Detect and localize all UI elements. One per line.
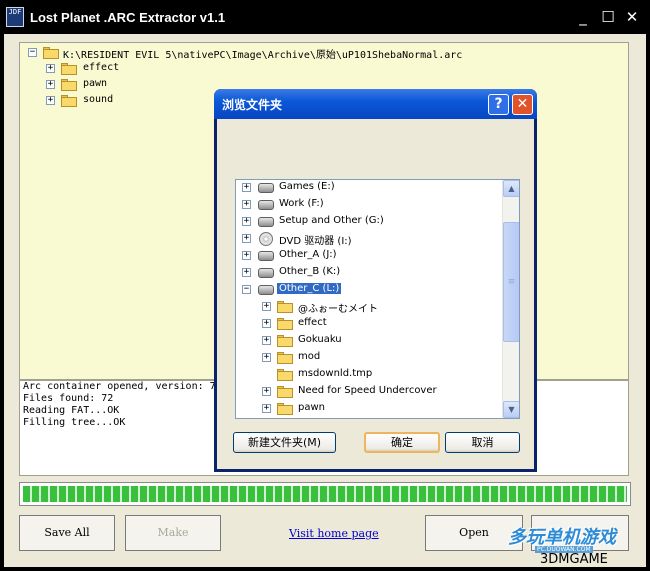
tree-item-label: DVD 驱动器 (I:) xyxy=(279,236,352,247)
expand-icon[interactable]: + xyxy=(262,302,271,311)
collapse-icon[interactable]: − xyxy=(242,285,251,294)
folder-icon xyxy=(277,386,293,398)
tree-item-sound[interactable]: + sound xyxy=(20,93,220,109)
scroll-thumb[interactable]: ≡ xyxy=(503,222,519,342)
tree-item-label: msdownld.tmp xyxy=(298,368,373,379)
tree-item-folder[interactable]: msdownld.tmp xyxy=(236,367,501,384)
expand-icon[interactable]: + xyxy=(46,64,55,73)
expand-icon[interactable]: + xyxy=(242,200,251,209)
tree-item-label: pawn xyxy=(298,402,325,413)
tree-item-drive[interactable]: + Other_B (K:) xyxy=(236,265,501,282)
new-folder-button[interactable]: 新建文件夹(M) xyxy=(233,432,336,453)
tree-item-label: mod xyxy=(298,351,321,362)
tree-item-label: pawn xyxy=(83,78,108,89)
tree-item-label: effect xyxy=(83,62,120,73)
ok-button[interactable]: 确定 xyxy=(364,432,440,453)
tree-item-label: Need for Speed Undercover xyxy=(298,385,437,396)
tree-item-folder[interactable]: + effect xyxy=(236,316,501,333)
dialog-title: 浏览文件夹 xyxy=(222,98,283,112)
folder-icon xyxy=(277,301,293,313)
tree-item-folder[interactable]: + @ふぉーむメイト xyxy=(236,299,501,316)
tree-item-drive[interactable]: + Work (F:) xyxy=(236,197,501,214)
folder-icon xyxy=(277,369,293,381)
tree-item-label: Other_A (J:) xyxy=(279,249,337,260)
scroll-up-icon[interactable]: ▲ xyxy=(503,180,519,197)
tree-item-drive[interactable]: + Setup and Other (G:) xyxy=(236,214,501,231)
expand-icon[interactable]: + xyxy=(262,404,271,413)
tree-item-drive[interactable]: + Other_A (J:) xyxy=(236,248,501,265)
title-bar[interactable]: JDF Lost Planet .ARC Extractor v1.1 _ ☐ … xyxy=(0,0,650,34)
tree-item-label: effect xyxy=(298,317,327,328)
expand-icon[interactable]: + xyxy=(262,387,271,396)
tree-item-label: @ふぉーむメイト xyxy=(298,304,378,315)
tree-item-folder[interactable]: + Need for Speed Undercover xyxy=(236,384,501,401)
tree-item-label: Work (F:) xyxy=(279,198,324,209)
window-title: Lost Planet .ARC Extractor v1.1 xyxy=(30,10,226,25)
tree-item-drive[interactable]: + DVD 驱动器 (I:) xyxy=(236,231,501,248)
expand-icon[interactable]: + xyxy=(242,183,251,192)
progress-fill xyxy=(23,486,627,502)
expand-icon[interactable]: + xyxy=(242,268,251,277)
folder-icon xyxy=(277,352,293,364)
tree-item-drive[interactable]: + Games (E:) xyxy=(236,180,501,197)
expand-icon[interactable]: + xyxy=(242,251,251,260)
tree-item-label: Other_C (L:) xyxy=(277,283,342,294)
dialog-body: + Games (E:) + Work (F:) + Setup and Oth… xyxy=(217,119,534,469)
make-button[interactable]: Make xyxy=(125,515,221,551)
tree-item-label: sound xyxy=(83,94,114,105)
hard-drive-icon xyxy=(258,200,274,210)
folder-icon xyxy=(277,335,293,347)
expand-icon[interactable]: + xyxy=(262,336,271,345)
watermark: 多玩单机游戏 PC.DUOWAN.COM 3DMGAME xyxy=(505,520,645,568)
progress-bar xyxy=(19,482,631,506)
folder-icon xyxy=(61,79,77,91)
dvd-drive-icon xyxy=(259,232,273,246)
close-icon[interactable]: ✕ xyxy=(621,7,643,29)
minimize-icon[interactable]: _ xyxy=(572,7,594,29)
folder-icon xyxy=(277,403,293,415)
dialog-title-bar[interactable]: 浏览文件夹 ? ✕ xyxy=(214,89,537,119)
cancel-button[interactable]: 取消 xyxy=(445,432,520,453)
hard-drive-icon xyxy=(258,217,274,227)
app-icon: JDF xyxy=(6,7,24,27)
hard-drive-icon xyxy=(258,268,274,278)
vertical-scrollbar[interactable]: ▲ ≡ ▼ xyxy=(502,180,519,418)
dialog-close-icon[interactable]: ✕ xyxy=(512,94,533,115)
tree-item-pawn[interactable]: + pawn xyxy=(20,77,220,93)
folder-tree[interactable]: + Games (E:) + Work (F:) + Setup and Oth… xyxy=(235,179,520,419)
expand-icon[interactable]: + xyxy=(46,80,55,89)
hard-drive-icon xyxy=(258,285,274,295)
tree-item-effect[interactable]: + effect xyxy=(20,61,220,77)
watermark-brand: 3DMGAME xyxy=(540,552,608,567)
expand-icon[interactable]: + xyxy=(46,96,55,105)
hard-drive-icon xyxy=(258,251,274,261)
scroll-down-icon[interactable]: ▼ xyxy=(503,401,519,418)
expand-icon[interactable]: + xyxy=(242,217,251,226)
tree-item-folder[interactable]: + pawn xyxy=(236,401,501,418)
browse-folder-dialog: 浏览文件夹 ? ✕ + Games (E:) + Work (F:) + Set… xyxy=(214,89,537,472)
tree-item-label: Other_B (K:) xyxy=(279,266,341,277)
tree-item-folder[interactable]: + Gokuaku xyxy=(236,333,501,350)
expand-icon[interactable]: + xyxy=(262,319,271,328)
tree-root-label: K:\RESIDENT EVIL 5\nativePC\Image\Archiv… xyxy=(63,50,463,61)
folder-icon xyxy=(277,318,293,330)
tree-item-label: Setup and Other (G:) xyxy=(279,215,384,226)
folder-icon xyxy=(61,63,77,75)
tree-item-folder[interactable]: + mod xyxy=(236,350,501,367)
visit-home-page-link[interactable]: Visit home page xyxy=(289,527,379,540)
collapse-icon[interactable]: − xyxy=(28,48,37,57)
help-icon[interactable]: ? xyxy=(488,94,509,115)
hard-drive-icon xyxy=(258,183,274,193)
save-all-button[interactable]: Save All xyxy=(19,515,115,551)
tree-item-label: Games (E:) xyxy=(279,181,335,192)
tree-item-drive-selected[interactable]: − Other_C (L:) xyxy=(236,282,501,299)
tree-item-label: Gokuaku xyxy=(298,334,342,345)
folder-icon xyxy=(43,47,59,59)
app-window: JDF Lost Planet .ARC Extractor v1.1 _ ☐ … xyxy=(0,0,650,571)
expand-icon[interactable]: + xyxy=(262,353,271,362)
expand-icon[interactable]: + xyxy=(242,234,251,243)
tree-root[interactable]: − K:\RESIDENT EVIL 5\nativePC\Image\Arch… xyxy=(20,45,620,61)
folder-icon xyxy=(61,95,77,107)
maximize-icon[interactable]: ☐ xyxy=(597,7,619,29)
